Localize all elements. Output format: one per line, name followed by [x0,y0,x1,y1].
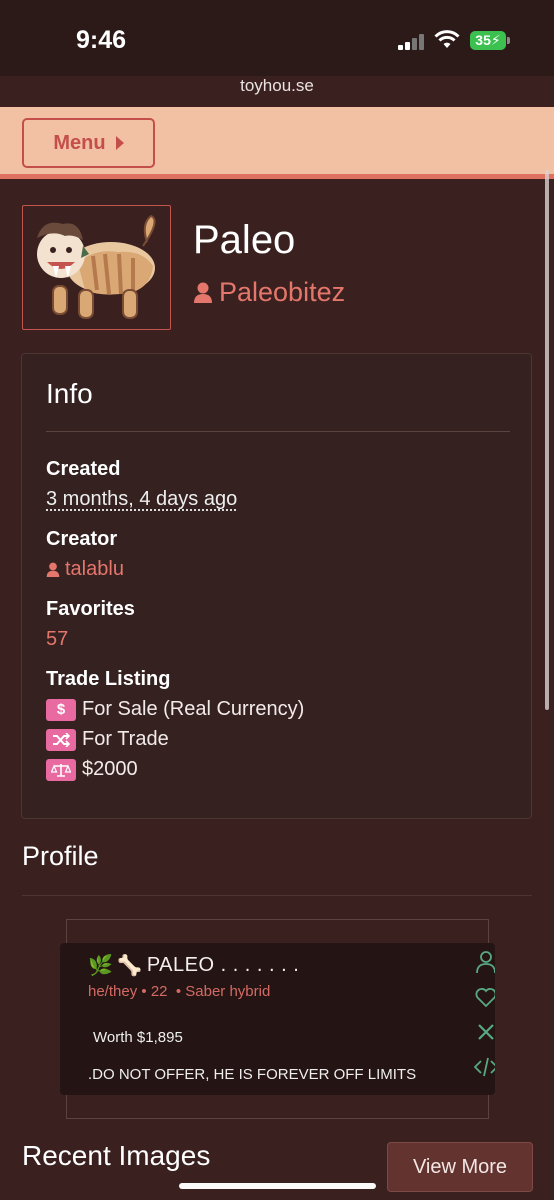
species: Saber hybrid [185,983,271,1000]
creator-link[interactable]: talablu [46,558,124,581]
character-thumbnail-image [37,214,156,319]
wifi-icon [434,30,460,48]
shuffle-icon [46,728,76,751]
scrollbar[interactable] [545,170,549,710]
signal-icon [398,34,426,50]
profile-divider [22,895,532,896]
age: 22 [150,983,168,1000]
owner-name: Paleobitez [219,277,346,307]
trade-listing-label: Trade Listing [46,668,171,690]
leaf-icon: 🌿 [88,955,114,977]
trade-item-label: For Trade [82,728,169,750]
view-more-button[interactable]: View More [387,1142,533,1192]
character-avatar[interactable] [22,205,171,330]
pronouns: he/they [88,983,138,1000]
home-indicator[interactable] [179,1183,376,1189]
creator-label: Creator [46,528,118,550]
menu-button[interactable]: Menu [22,118,155,168]
menu-bar: Menu [0,107,554,179]
user-icon [194,282,212,303]
trade-item-label: For Sale (Real Currency) [82,698,305,720]
menu-label: Menu [53,131,106,154]
trade-item-price: $2000 [46,758,138,781]
scale-icon [46,758,76,781]
favorites-label: Favorites [46,598,135,620]
profile-worth: Worth $1,895 [93,1029,183,1046]
caret-right-icon [115,136,124,150]
profile-meta: he/they • 22 • Saber hybrid [88,983,271,1000]
profile-name: PALEO . . . . . . . [146,954,300,976]
created-value: 3 months, 4 days ago [46,488,238,510]
favorites-count[interactable]: 57 [46,628,68,651]
character-name: Paleo [193,218,296,262]
trade-item-for-trade: For Trade [46,728,169,751]
battery-icon: 35⚡ [470,31,506,50]
profile-note: .DO NOT OFFER, HE IS FOREVER OFF LIMITS [88,1066,417,1083]
heart-outline-icon[interactable] [474,985,495,1009]
close-icon[interactable] [474,1020,495,1044]
person-outline-icon[interactable] [474,950,495,974]
trade-item-label: $2000 [82,758,138,780]
profile-heading: Profile [22,841,99,871]
profile-title: 🌿 🦴 PALEO . . . . . . . [88,953,299,978]
info-card: Info Created 3 months, 4 days ago Creato… [21,353,532,819]
recent-images-heading: Recent Images [22,1140,211,1171]
created-label: Created [46,458,121,480]
user-icon [46,562,60,577]
address-bar[interactable]: toyhou.se [0,76,554,96]
owner-link[interactable]: Paleobitez [193,277,345,308]
status-time: 9:46 [76,26,127,54]
battery-level: 35 [475,32,491,48]
battery-cap [507,37,510,44]
code-icon[interactable] [474,1055,495,1079]
trade-item-for-sale: $ For Sale (Real Currency) [46,698,304,721]
info-title: Info [46,378,93,409]
info-divider [46,431,510,432]
dollar-icon: $ [46,698,76,721]
status-bar: 9:46 35⚡ [0,0,554,76]
profile-card: 🌿 🦴 PALEO . . . . . . . he/they • 22 • S… [60,943,495,1095]
bone-icon: 🦴 [117,955,143,977]
creator-name: talablu [65,558,124,580]
